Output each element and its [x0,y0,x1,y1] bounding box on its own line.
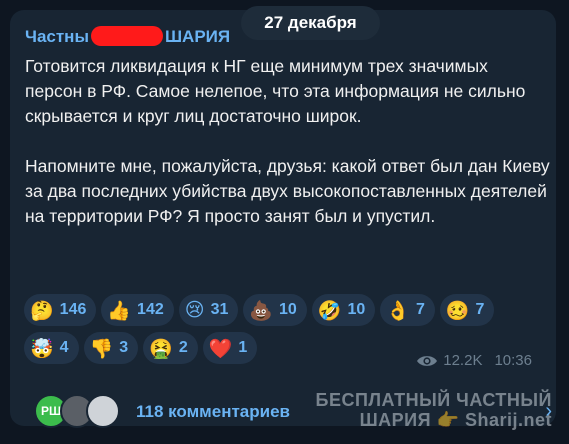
reaction-count: 31 [210,301,229,318]
reaction-count: 146 [59,301,87,318]
comments-bar[interactable]: РШ 118 комментариев БЕСПЛАТНЫЙ ЧАСТНЫЙ Ш… [20,384,566,436]
thumbs-down-icon: 👎 [89,337,114,360]
heart-icon: ❤️ [208,337,233,360]
reaction-count: 7 [415,301,425,318]
reaction-heart[interactable]: ❤️ 1 [202,332,258,364]
commenter-avatars: РШ [34,394,120,428]
ok-hand-icon: 👌 [386,299,410,322]
reaction-count: 3 [119,339,129,356]
channel-name-end: ШАРИЯ [164,27,231,46]
watermark-line-1: БЕСПЛАТНЫЙ ЧАСТНЫЙ [315,390,552,410]
message-text: Готовится ликвидация к НГ еще минимум тр… [25,54,550,229]
thinking-face-icon: 🤔 [30,299,54,322]
reaction-thinking[interactable]: 🤔 146 [24,294,97,326]
message-meta: 12.2K 10:36 [416,352,532,369]
reaction-ok-hand[interactable]: 👌 7 [380,294,435,326]
reaction-count: 10 [279,301,297,318]
reaction-woozy[interactable]: 🥴 7 [439,294,495,326]
thumbs-up-icon: 👍 [107,299,132,322]
reaction-count: 2 [178,339,188,356]
avatar [86,394,120,428]
watermark-line-2: ШАРИЯ 👉 Sharij.net [359,410,552,430]
poo-icon: 💩 [249,299,274,322]
reaction-count: 10 [347,301,366,318]
chevron-right-icon[interactable]: › [545,400,552,423]
woozy-face-icon: 🥴 [445,299,470,322]
message-paragraph-1: Готовится ликвидация к НГ еще минимум тр… [25,56,526,126]
reaction-crying[interactable]: 😢 31 [178,294,239,326]
reaction-rofl[interactable]: 🤣 10 [311,294,376,326]
reaction-exploding-head[interactable]: 🤯 4 [24,332,79,364]
message-paragraph-2: Напомните мне, пожалуйста, друзья: какой… [25,156,550,226]
reaction-thumbs-up[interactable]: 👍 142 [101,294,174,326]
reaction-count: 4 [59,339,69,356]
reaction-count: 142 [137,301,164,318]
reaction-vomiting[interactable]: 🤮 2 [143,332,198,364]
reactions-row-1: 🤔 146 👍 142 😢 31 💩 10 🤣 10 👌 7 🥴 7 [24,294,554,326]
rofl-face-icon: 🤣 [317,299,342,322]
views-count: 12.2K [443,352,483,369]
reaction-count: 7 [475,301,485,318]
views-counter: 12.2K [416,352,482,369]
exploding-head-icon: 🤯 [30,337,54,360]
comments-count-label[interactable]: 118 комментариев [136,402,290,422]
watermark: БЕСПЛАТНЫЙ ЧАСТНЫЙ ШАРИЯ 👉 Sharij.net [316,390,552,430]
channel-name-start: Частны [25,27,89,46]
redaction-mark [90,26,163,46]
message-time: 10:36 [494,352,532,369]
date-badge: 27 декабря [241,6,380,40]
message-bubble: Частны ШАРИЯ Готовится ликвидация к НГ ещ… [10,10,556,430]
reaction-count: 1 [238,339,248,356]
vomiting-face-icon: 🤮 [149,337,173,360]
channel-name[interactable]: Частны ШАРИЯ [25,26,230,47]
reaction-thumbs-down[interactable]: 👎 3 [83,332,139,364]
reaction-poo[interactable]: 💩 10 [243,294,307,326]
eye-icon [417,355,438,366]
crying-face-icon: 😢 [184,299,205,321]
